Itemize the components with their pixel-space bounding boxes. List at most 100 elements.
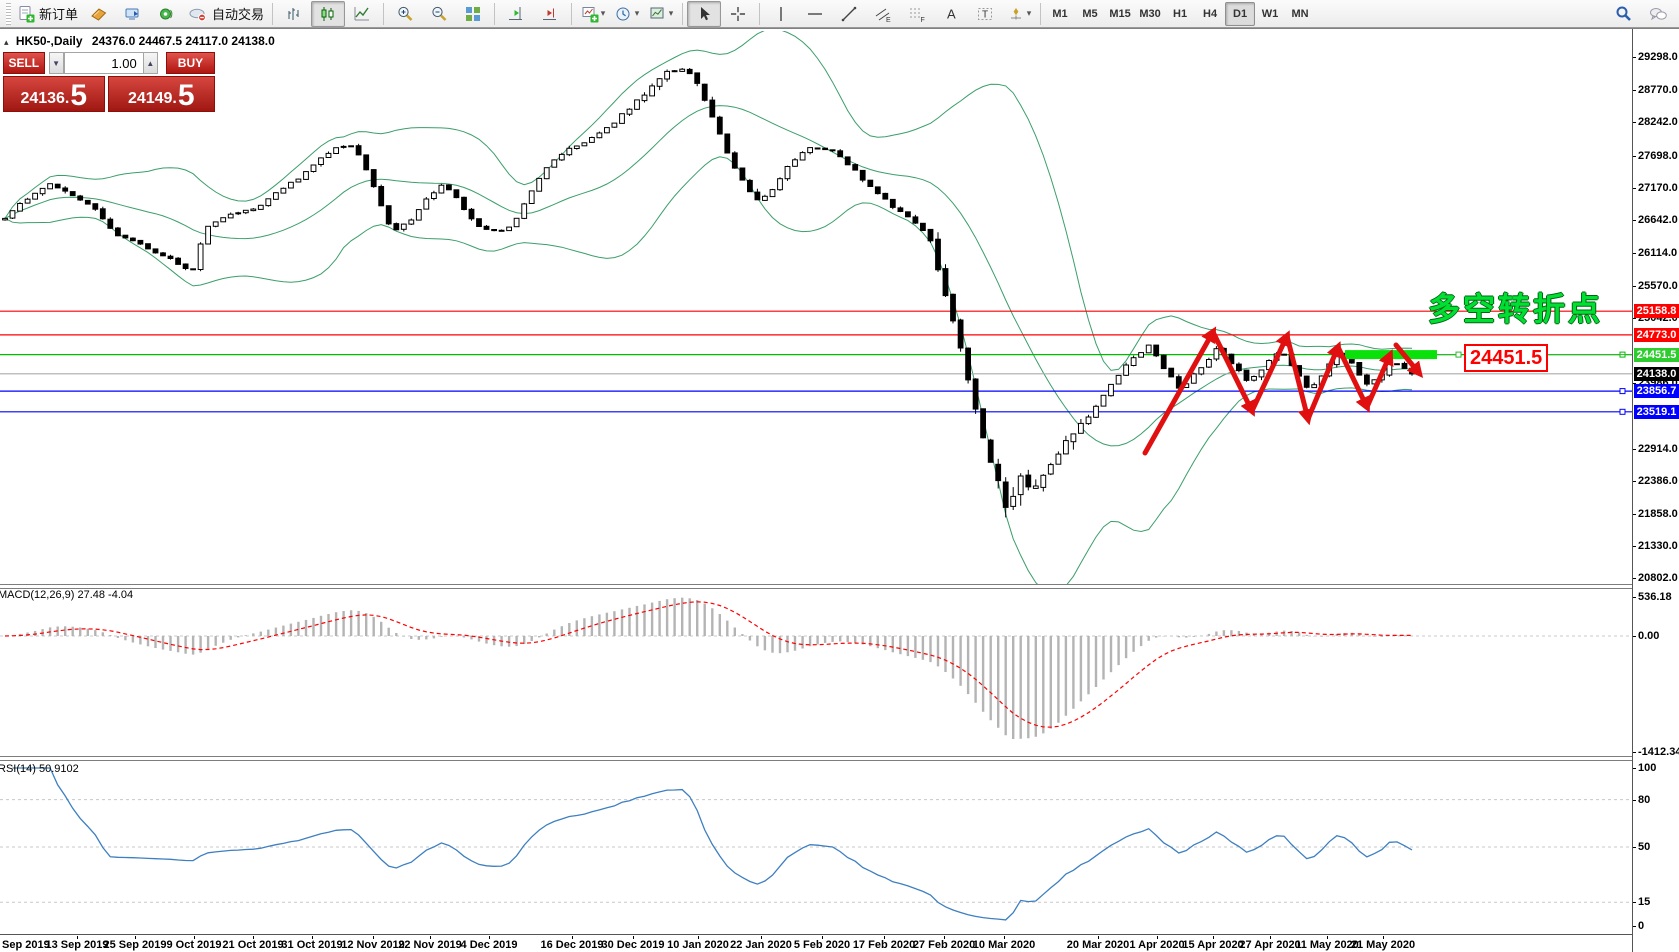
x-axis-tick xyxy=(822,936,823,939)
autoscroll-button[interactable] xyxy=(533,1,567,27)
time-axis[interactable]: Sep 201913 Sep 201925 Sep 20199 Oct 2019… xyxy=(0,936,1632,952)
line-chart-button[interactable] xyxy=(345,1,379,27)
x-axis-tick xyxy=(135,936,136,939)
macd-axis-label: 536.18 xyxy=(1638,591,1672,603)
vertical-line-button[interactable] xyxy=(764,1,798,27)
price-level-badge: 23519.1 xyxy=(1634,405,1679,419)
bid-price-main: 24136. xyxy=(20,89,69,109)
text-label-button[interactable]: T xyxy=(968,1,1002,27)
x-axis-label: 16 Dec 2019 xyxy=(541,939,604,951)
template-icon xyxy=(649,5,667,23)
shapes-button[interactable]: ▾ xyxy=(1002,1,1036,27)
volume-input[interactable] xyxy=(64,52,143,74)
cursor-button[interactable] xyxy=(687,1,721,27)
bar-chart-button[interactable] xyxy=(277,1,311,27)
periods-button[interactable]: ▾ xyxy=(610,1,644,27)
chart-shift-button[interactable] xyxy=(499,1,533,27)
x-axis-label: Sep 2019 xyxy=(2,939,50,951)
timeframe-button-M1[interactable]: M1 xyxy=(1045,2,1075,26)
channel-button[interactable]: E xyxy=(866,1,900,27)
timeframe-button-W1[interactable]: W1 xyxy=(1255,2,1285,26)
macd-indicator-pane[interactable] xyxy=(0,587,1632,756)
timeframe-button-H4[interactable]: H4 xyxy=(1195,2,1225,26)
fibonacci-icon: F xyxy=(908,5,926,23)
crosshair-button[interactable] xyxy=(721,1,755,27)
price-callout-box[interactable]: 24451.5 xyxy=(1464,344,1548,372)
volume-decrease-button[interactable]: ▼ xyxy=(49,52,64,74)
x-axis-label: 1 Apr 2020 xyxy=(1129,939,1184,951)
search-button[interactable] xyxy=(1607,1,1641,27)
x-axis-tick xyxy=(1157,936,1158,939)
x-axis-tick xyxy=(698,936,699,939)
toolbar-grip xyxy=(6,3,11,25)
fibonacci-button[interactable]: F xyxy=(900,1,934,27)
candlestick-chart[interactable] xyxy=(0,31,1632,584)
y-axis-label: 21330.0 xyxy=(1638,540,1678,552)
x-axis-label: 9 Oct 2019 xyxy=(166,939,221,951)
y-axis-label: 26114.0 xyxy=(1638,247,1677,259)
timeframe-button-MN[interactable]: MN xyxy=(1285,2,1315,26)
buy-button[interactable]: BUY xyxy=(166,52,215,74)
toolbar-separator xyxy=(759,3,760,25)
ask-price-display[interactable]: 24149. 5 xyxy=(108,76,215,112)
one-click-trading-panel: SELL ▼ ▲ BUY 24136. 5 24149. 5 xyxy=(3,52,215,112)
ticket-button[interactable] xyxy=(82,1,116,27)
toolbar-separator xyxy=(383,3,384,25)
y-axis-label: 29298.0 xyxy=(1638,51,1678,63)
rsi-axis-label: 50 xyxy=(1638,841,1650,853)
price-level-badge: 25158.8 xyxy=(1634,304,1679,318)
timeframe-button-M15[interactable]: M15 xyxy=(1105,2,1135,26)
text-button[interactable]: A xyxy=(934,1,968,27)
tile-windows-button[interactable] xyxy=(456,1,490,27)
rsi-indicator-pane[interactable] xyxy=(0,759,1632,934)
text-icon: A xyxy=(942,5,960,23)
y-axis-label: 26642.0 xyxy=(1638,214,1678,226)
x-axis-label: 31 Oct 2019 xyxy=(281,939,342,951)
x-axis-label: 10 Mar 2020 xyxy=(973,939,1035,951)
zoom-out-button[interactable] xyxy=(422,1,456,27)
x-axis-tick xyxy=(489,936,490,939)
price-axis[interactable]: 29298.028770.028242.027698.027170.026642… xyxy=(1632,29,1679,952)
trendline-button[interactable] xyxy=(832,1,866,27)
new-order-button[interactable]: 新订单 xyxy=(13,1,82,27)
vertical-line-icon xyxy=(772,5,790,23)
timeframe-button-H1[interactable]: H1 xyxy=(1165,2,1195,26)
x-axis-label: 22 Jan 2020 xyxy=(730,939,792,951)
x-axis-tick xyxy=(194,936,195,939)
chat-button[interactable] xyxy=(1641,1,1675,27)
bid-price-display[interactable]: 24136. 5 xyxy=(3,76,105,112)
x-axis-tick xyxy=(1004,936,1005,939)
volume-increase-button[interactable]: ▲ xyxy=(143,52,158,74)
x-axis-tick xyxy=(77,936,78,939)
x-axis-tick xyxy=(312,936,313,939)
candlestick-chart-button[interactable] xyxy=(311,1,345,27)
terminal-button[interactable] xyxy=(116,1,150,27)
turning-point-annotation[interactable]: 多空转折点 xyxy=(1428,284,1603,330)
x-axis-label: 10 Jan 2020 xyxy=(667,939,729,951)
autoscroll-icon xyxy=(541,5,559,23)
zoom-in-button[interactable] xyxy=(388,1,422,27)
timeframe-button-M5[interactable]: M5 xyxy=(1075,2,1105,26)
timeframe-button-D1[interactable]: D1 xyxy=(1225,2,1255,26)
indicators-icon xyxy=(581,5,599,23)
autotrading-icon xyxy=(188,5,208,23)
line-chart-icon xyxy=(353,5,371,23)
sell-button[interactable]: SELL xyxy=(3,52,45,74)
sounds-button[interactable] xyxy=(150,1,184,27)
templates-button[interactable]: ▾ xyxy=(644,1,678,27)
timeframe-button-M30[interactable]: M30 xyxy=(1135,2,1165,26)
y-axis-label: 21858.0 xyxy=(1638,508,1678,520)
x-axis-label: 21 Oct 2019 xyxy=(222,939,283,951)
rsi-axis-label: 0 xyxy=(1638,920,1644,932)
new-order-icon xyxy=(17,5,35,23)
x-axis-tick xyxy=(633,936,634,939)
clock-icon xyxy=(615,5,633,23)
autotrading-button[interactable]: 自动交易 xyxy=(184,1,268,27)
svg-text:F: F xyxy=(921,17,925,23)
zoom-out-icon xyxy=(430,5,448,23)
horizontal-line-button[interactable] xyxy=(798,1,832,27)
price-level-badge: 24773.0 xyxy=(1634,328,1679,342)
tile-windows-icon xyxy=(464,5,482,23)
channel-icon: E xyxy=(874,5,892,23)
indicators-button[interactable]: ▾ xyxy=(576,1,610,27)
